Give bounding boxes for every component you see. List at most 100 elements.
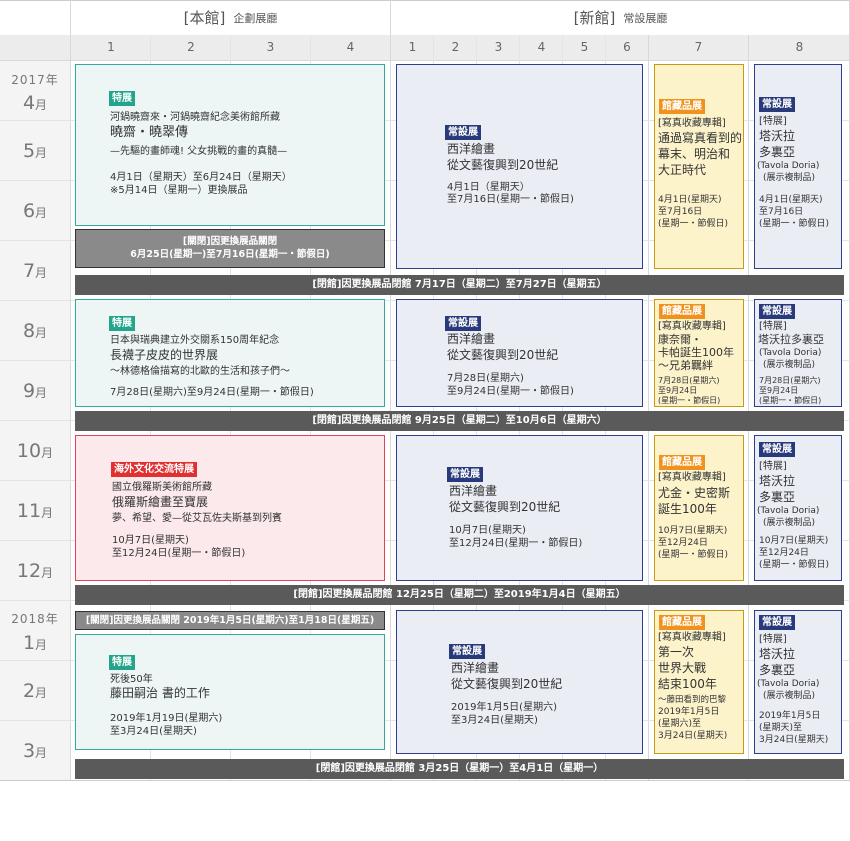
exhibit-date: 至12月24日 [658, 538, 708, 548]
exhibit-tag: 特展 [109, 316, 135, 331]
exhibit-tag: 館藏品展 [659, 615, 705, 630]
exhibit-note: 河鍋曉齋來・河鍋曉齋紀念美術館所藏 [110, 112, 280, 123]
exhibit-date: 7月28日(星期六)至9月24日(星期一・節假日) [110, 387, 314, 398]
exhibit-date: 3月24日(星期天) [759, 735, 829, 745]
permanent-exhibit-2[interactable]: 常設展 西洋繪畫 從文藝復興到20世紀 7月28日(星期六) 至9月24日(星期… [396, 299, 643, 407]
exhibit-date: (星期一・節假日) [658, 396, 721, 405]
col-num: 5 [563, 35, 606, 60]
exhibit-date: 2019年1月5日(星期六) [451, 702, 557, 713]
exhibit-tag: 常設展 [445, 316, 481, 331]
new-hall-name: [新館] [573, 9, 616, 27]
exhibit-date-note: ※5月14日（星期一）更換展品 [110, 185, 248, 196]
exhibit-title: 幕末、明治和 [658, 147, 731, 161]
collection-exhibit-4[interactable]: 館藏品展 [寫真收藏專輯] 第一次 世界大戰 結束100年 〜藤田看到的巴黎 2… [654, 610, 744, 754]
exhibit-title: 西洋繪畫 [449, 484, 498, 498]
exhibit-subtitle: 從文藝復興到20世紀 [451, 677, 563, 691]
exhibit-title: 大正時代 [658, 163, 707, 177]
exhibit-subtitle: (Tavola Doria) [757, 679, 820, 689]
month-label: 5月 [22, 140, 48, 162]
month-label: 6月 [22, 200, 48, 222]
exhibit-date: 4月1日(星期天) [658, 195, 722, 205]
exhibit-date: 7月28日(星期六) [759, 376, 821, 385]
exhibit-subtitle: —先驅的畫師魂! 父女挑戰的畫的真髓— [110, 146, 288, 157]
special-exhibit-1[interactable]: 特展 河鍋曉齋來・河鍋曉齋紀念美術館所藏 曉齋・曉翠傳 —先驅的畫師魂! 父女挑… [75, 64, 385, 226]
exhibit-date: 3月24日(星期天) [658, 731, 728, 741]
exhibit-date: 至9月24日 [658, 386, 698, 395]
exhibit-title: 塔沃拉 [759, 647, 796, 661]
main-hall-name: [本館] [183, 9, 226, 27]
col-num: 8 [749, 35, 850, 60]
new-hall-sub: 常設展廳 [623, 11, 668, 25]
doria-exhibit-3[interactable]: 常設展 [特展] 塔沃拉 多裏亞 (Tavola Doria) (展示複制品) … [754, 435, 842, 581]
exhibit-tag: 海外文化交流特展 [111, 462, 197, 477]
exhibit-title: 俄羅斯繪畫至寶展 [112, 495, 209, 509]
exhibit-subtitle: ～林德格倫描寫的北歐的生活和孩子們～ [110, 366, 290, 377]
month-label: 1月 [22, 632, 48, 654]
permanent-exhibit-1[interactable]: 常設展 西洋繪畫 從文藝復興到20世紀 4月1日（星期天） 至7月16日(星期一… [396, 64, 643, 269]
doria-exhibit-1[interactable]: 常設展 [特展] 塔沃拉 多裏亞 (Tavola Doria) (展示複制品) … [754, 64, 842, 269]
month-label: 2月 [22, 680, 48, 702]
exhibit-date: 10月7日(星期天) [759, 536, 829, 546]
exhibit-title: 多裏亞 [759, 145, 796, 159]
exhibit-subtitle: (展示複制品) [763, 691, 816, 701]
exhibit-date: 10月7日(星期天) [112, 535, 189, 546]
month-label: 4月 [22, 92, 48, 114]
col-num: 4 [520, 35, 563, 60]
exhibit-date: 至7月16日 [658, 207, 703, 217]
exhibit-subtitle: 從文藝復興到20世紀 [449, 500, 561, 514]
exhibit-subtitle: 從文藝復興到20世紀 [447, 348, 559, 362]
exhibit-date: 至12月24日(星期一・節假日) [112, 548, 246, 559]
exhibit-date: 7月28日(星期六) [447, 373, 524, 384]
collection-exhibit-3[interactable]: 館藏品展 [寫真收藏專輯] 尤金・史密斯 誕生100年 10月7日(星期天) 至… [654, 435, 744, 581]
month-label: 11月 [16, 500, 54, 522]
permanent-exhibit-4[interactable]: 常設展 西洋繪畫 從文藝復興到20世紀 2019年1月5日(星期六) 至3月24… [396, 610, 643, 754]
closure-bar: [閉館]因更換展品閉館 12月25日（星期二）至2019年1月4日（星期五） [75, 585, 844, 605]
closure-bar: [閉館]因更換展品閉館 7月17日（星期二）至7月27日（星期五） [75, 275, 844, 295]
exhibit-date: (星期一・節假日) [759, 219, 830, 229]
exhibit-title: 誕生100年 [658, 502, 717, 516]
exhibit-title: 尤金・史密斯 [658, 486, 731, 500]
exhibit-subtitle: 從文藝復興到20世紀 [447, 158, 559, 172]
exhibit-subtitle: (展示複制品) [763, 518, 816, 528]
new-hall-header: [新館] 常設展廳 [391, 0, 850, 35]
exhibit-date: 2019年1月5日 [759, 711, 821, 721]
exhibit-tag: 常設展 [759, 442, 795, 457]
exhibit-date: (星期一・節假日) [759, 560, 830, 570]
col-num: 3 [231, 35, 310, 60]
col-num: 2 [151, 35, 231, 60]
exhibit-tag: 常設展 [759, 615, 795, 630]
exhibit-note: 死後50年 [110, 674, 153, 685]
exhibit-tag: 常設展 [447, 467, 483, 482]
exhibit-date: (星期六)至 [658, 719, 702, 729]
doria-exhibit-4[interactable]: 常設展 [特展] 塔沃拉 多裏亞 (Tavola Doria) (展示複制品) … [754, 610, 842, 754]
exhibit-tag: 常設展 [759, 304, 795, 319]
exhibit-date: 2019年1月19日(星期六) [110, 713, 223, 724]
collection-exhibit-2[interactable]: 館藏品展 [寫真收藏專輯] 康奈爾・ 卡帕誕生100年 〜兄弟羈絆 7月28日(… [654, 299, 744, 407]
doria-exhibit-2[interactable]: 常設展 [特展] 塔沃拉多裏亞 (Tavola Doria) (展示複制品) 7… [754, 299, 842, 407]
month-label: 10月 [16, 440, 54, 462]
exhibit-note: [特展] [759, 634, 787, 645]
collection-exhibit-1[interactable]: 館藏品展 [寫真收藏專輯] 通過寫真看到的 幕末、明治和 大正時代 4月1日(星… [654, 64, 744, 269]
special-exhibit-4[interactable]: 特展 死後50年 藤田嗣治 書的工作 2019年1月19日(星期六) 至3月24… [75, 634, 385, 750]
permanent-exhibit-3[interactable]: 常設展 西洋繪畫 從文藝復興到20世紀 10月7日(星期天) 至12月24日(星… [396, 435, 643, 581]
overseas-exhibit-3[interactable]: 海外文化交流特展 國立俄羅斯美術館所藏 俄羅斯繪畫至寶展 夢、希望、愛—從艾瓦佐… [75, 435, 385, 581]
month-label: 12月 [16, 560, 54, 582]
main-hall-sub: 企劃展廳 [233, 11, 278, 25]
exhibit-date: 至3月24日(星期天) [110, 726, 197, 737]
exhibit-date: (星期一・節假日) [658, 219, 729, 229]
year-label: 2018年 [11, 612, 59, 626]
exhibit-date: 4月1日(星期天) [759, 195, 823, 205]
col-num: 1 [71, 35, 151, 60]
exhibit-title: 第一次 [658, 645, 695, 659]
exhibit-tag: 館藏品展 [659, 99, 705, 114]
exhibit-date: (星期一・節假日) [658, 550, 729, 560]
special-exhibit-2[interactable]: 特展 日本與瑞典建立外交關系150周年紀念 長襪子皮皮的世界展 ～林德格倫描寫的… [75, 299, 385, 407]
exhibit-date: 至7月16日(星期一・節假日) [447, 194, 574, 205]
exhibit-title: 塔沃拉 [759, 129, 796, 143]
month-label: 9月 [22, 380, 48, 402]
exhibit-tag: 館藏品展 [659, 455, 705, 470]
exhibit-date: 至12月24日 [759, 548, 809, 558]
col-num: 7 [648, 35, 749, 60]
exhibit-date: 2019年1月5日 [658, 707, 720, 717]
col-num: 1 [391, 35, 434, 60]
